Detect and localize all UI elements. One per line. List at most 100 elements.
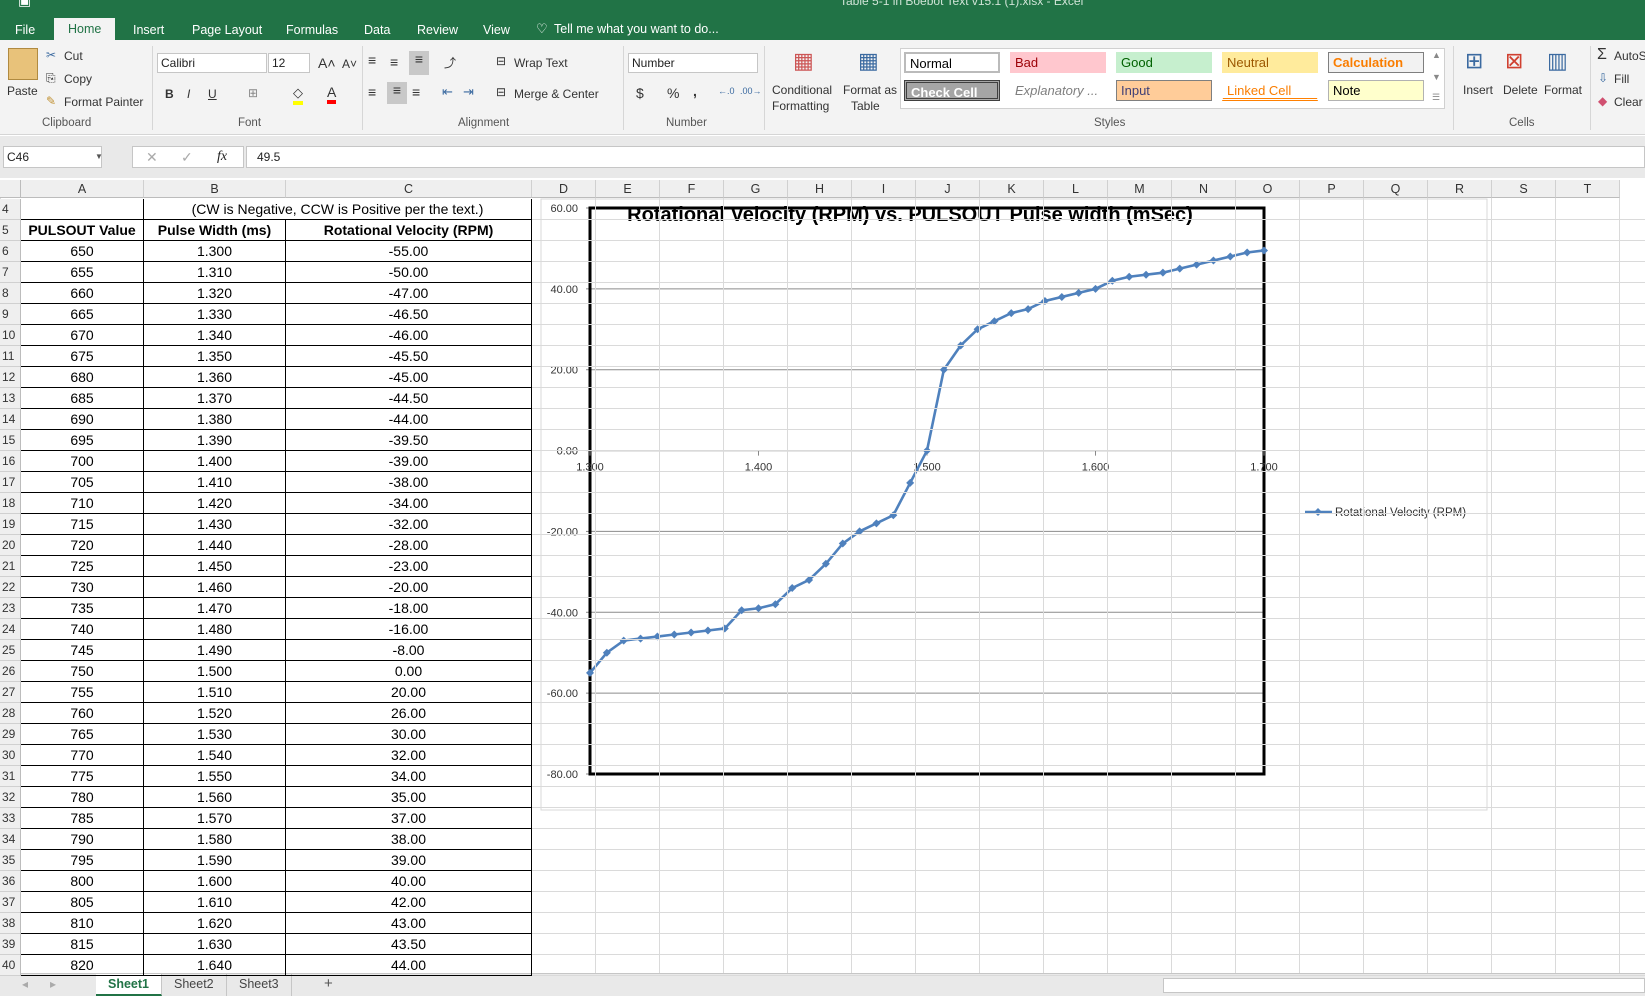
row-header[interactable]: 23 <box>0 598 21 619</box>
cell[interactable]: 43.50 <box>286 934 532 955</box>
cell[interactable]: 710 <box>21 493 144 514</box>
row-header[interactable]: 29 <box>0 724 21 745</box>
cell[interactable]: 815 <box>21 934 144 955</box>
cell[interactable]: 795 <box>21 850 144 871</box>
tab-insert[interactable]: Insert <box>125 20 172 40</box>
row-header[interactable]: 9 <box>0 304 21 325</box>
row-header[interactable]: 18 <box>0 493 21 514</box>
cell[interactable]: 43.00 <box>286 913 532 934</box>
cell[interactable]: 0.00 <box>286 661 532 682</box>
cell[interactable]: 760 <box>21 703 144 724</box>
cell[interactable]: 32.00 <box>286 745 532 766</box>
cell[interactable]: 780 <box>21 787 144 808</box>
cell[interactable]: 1.480 <box>144 619 286 640</box>
cell-style-good[interactable]: Good <box>1116 52 1212 73</box>
cell[interactable]: 1.640 <box>144 955 286 976</box>
cell[interactable]: 650 <box>21 241 144 262</box>
cell-style-explanatory[interactable]: Explanatory ... <box>1010 80 1106 101</box>
select-all-corner[interactable] <box>0 180 21 198</box>
cell[interactable]: 750 <box>21 661 144 682</box>
cell[interactable]: -39.50 <box>286 430 532 451</box>
cell[interactable]: 690 <box>21 409 144 430</box>
row-header[interactable]: 25 <box>0 640 21 661</box>
cell-note[interactable]: (CW is Negative, CCW is Positive per the… <box>144 199 532 220</box>
column-header-M[interactable]: M <box>1108 180 1172 198</box>
row-header[interactable]: 20 <box>0 535 21 556</box>
row-header[interactable]: 7 <box>0 262 21 283</box>
cell[interactable]: 805 <box>21 892 144 913</box>
column-header-H[interactable]: H <box>788 180 852 198</box>
cell[interactable]: 34.00 <box>286 766 532 787</box>
column-header-D[interactable]: D <box>532 180 596 198</box>
cell[interactable]: -46.50 <box>286 304 532 325</box>
cell[interactable]: 1.580 <box>144 829 286 850</box>
cell[interactable]: 655 <box>21 262 144 283</box>
cell[interactable]: 1.560 <box>144 787 286 808</box>
cell[interactable]: -16.00 <box>286 619 532 640</box>
cell[interactable]: -28.00 <box>286 535 532 556</box>
add-sheet-button[interactable]: + <box>324 975 333 992</box>
cell[interactable]: -38.00 <box>286 472 532 493</box>
cell[interactable]: 35.00 <box>286 787 532 808</box>
tab-file[interactable]: File <box>7 20 43 40</box>
cell[interactable]: 40.00 <box>286 871 532 892</box>
row-header[interactable]: 37 <box>0 892 21 913</box>
cell[interactable]: -44.00 <box>286 409 532 430</box>
tab-review[interactable]: Review <box>409 20 466 40</box>
cell[interactable]: 765 <box>21 724 144 745</box>
cell[interactable]: 1.440 <box>144 535 286 556</box>
scroll-tabs-left-icon[interactable]: ◂ <box>22 977 28 991</box>
cell[interactable]: -46.00 <box>286 325 532 346</box>
cell[interactable]: 1.470 <box>144 598 286 619</box>
cell[interactable]: -18.00 <box>286 598 532 619</box>
row-header[interactable]: 14 <box>0 409 21 430</box>
column-label-cell[interactable]: Pulse Width (ms) <box>144 220 286 241</box>
cell[interactable]: 1.300 <box>144 241 286 262</box>
cell[interactable]: -39.00 <box>286 451 532 472</box>
row-header[interactable]: 28 <box>0 703 21 724</box>
row-header[interactable]: 15 <box>0 430 21 451</box>
sheet-tab-sheet2[interactable]: Sheet2 <box>162 974 227 996</box>
row-header[interactable]: 6 <box>0 241 21 262</box>
cell[interactable]: 1.410 <box>144 472 286 493</box>
cell[interactable]: 685 <box>21 388 144 409</box>
cell[interactable]: 1.380 <box>144 409 286 430</box>
cell-style-check-cell[interactable]: Check Cell <box>904 80 1000 101</box>
cell[interactable]: 1.430 <box>144 514 286 535</box>
cell[interactable]: -55.00 <box>286 241 532 262</box>
cell[interactable]: -32.00 <box>286 514 532 535</box>
cell-style-bad[interactable]: Bad <box>1010 52 1106 73</box>
column-header-N[interactable]: N <box>1172 180 1236 198</box>
cell[interactable]: -50.00 <box>286 262 532 283</box>
column-header-C[interactable]: C <box>286 180 532 198</box>
cell[interactable]: -45.00 <box>286 367 532 388</box>
cell-style-neutral[interactable]: Neutral <box>1222 52 1318 73</box>
cell[interactable]: 1.530 <box>144 724 286 745</box>
cell[interactable]: 1.620 <box>144 913 286 934</box>
cell[interactable]: 1.310 <box>144 262 286 283</box>
cell[interactable]: 1.490 <box>144 640 286 661</box>
cell[interactable]: 665 <box>21 304 144 325</box>
column-label-cell[interactable]: PULSOUT Value <box>21 220 144 241</box>
row-header[interactable]: 12 <box>0 367 21 388</box>
cell[interactable]: 39.00 <box>286 850 532 871</box>
scroll-tabs-right-icon[interactable]: ▸ <box>50 977 56 991</box>
cell[interactable]: 1.320 <box>144 283 286 304</box>
column-header-E[interactable]: E <box>596 180 660 198</box>
row-header[interactable]: 5 <box>0 220 21 241</box>
cell[interactable]: 44.00 <box>286 955 532 976</box>
row-header[interactable]: 10 <box>0 325 21 346</box>
column-header-S[interactable]: S <box>1492 180 1556 198</box>
cell[interactable]: 37.00 <box>286 808 532 829</box>
row-header[interactable]: 16 <box>0 451 21 472</box>
cell[interactable]: 800 <box>21 871 144 892</box>
cell[interactable]: 26.00 <box>286 703 532 724</box>
sheet-tab-sheet1[interactable]: Sheet1 <box>96 974 162 996</box>
cell[interactable]: 700 <box>21 451 144 472</box>
cell[interactable]: 42.00 <box>286 892 532 913</box>
column-header-G[interactable]: G <box>724 180 788 198</box>
cell[interactable]: 1.520 <box>144 703 286 724</box>
cell[interactable]: 1.540 <box>144 745 286 766</box>
column-header-B[interactable]: B <box>144 180 286 198</box>
cell[interactable]: 790 <box>21 829 144 850</box>
